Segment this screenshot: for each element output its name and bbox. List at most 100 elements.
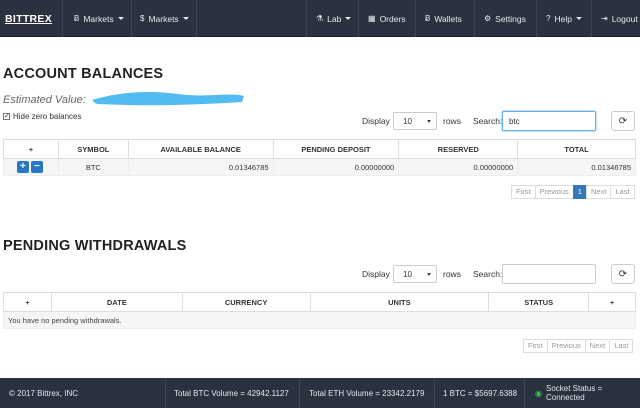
table-row: You have no pending withdrawals. <box>3 311 636 329</box>
nav-lab[interactable]: ⚗ Lab <box>316 0 352 37</box>
col-date[interactable]: DATE <box>50 292 183 312</box>
col-reserved[interactable]: RESERVED <box>398 139 519 159</box>
footer-divider <box>165 378 166 408</box>
nav-divider <box>131 0 132 37</box>
brand-logo[interactable]: BITTREX <box>5 13 52 25</box>
col-expand[interactable]: + <box>3 139 59 159</box>
footer-btc-volume: Total BTC Volume = 42942.1127 <box>174 388 289 398</box>
withdrawals-refresh-button[interactable]: ⟳ <box>611 264 635 284</box>
pager-first[interactable]: First <box>523 339 548 353</box>
nav-markets-btc[interactable]: Ƀ Markets <box>74 0 124 37</box>
col-pending-deposit[interactable]: PENDING DEPOSIT <box>272 139 400 159</box>
footer-eth-volume: Total ETH Volume = 23342.2179 <box>309 388 425 398</box>
cell-total: 0.01346785 <box>517 158 636 176</box>
rows-per-page-value: 10 <box>403 270 412 279</box>
nav-lab-label: Lab <box>327 13 342 24</box>
caret-down-icon <box>427 120 431 123</box>
balances-header-row: + SYMBOL AVAILABLE BALANCE PENDING DEPOS… <box>3 139 636 159</box>
display-label: Display <box>362 116 390 126</box>
caret-down-icon <box>182 17 189 20</box>
cell-pending: 0.00000000 <box>272 158 400 176</box>
pager-first[interactable]: First <box>511 185 536 199</box>
withdrawals-table: + DATE CURRENCY UNITS STATUS + You have … <box>3 292 636 329</box>
nav-divider <box>536 0 537 37</box>
search-label: Search: <box>473 116 503 126</box>
cell-reserved: 0.00000000 <box>398 158 519 176</box>
nav-logout[interactable]: ⇥ Logout <box>601 0 638 37</box>
wifi-icon: ◉ <box>535 388 542 398</box>
flask-icon: ⚗ <box>316 14 324 23</box>
cell-symbol: BTC <box>57 158 129 176</box>
estimated-value-label: Estimated Value: <box>3 94 86 106</box>
cell-available: 0.01346785 <box>127 158 274 176</box>
nav-orders[interactable]: ▦ Orders <box>368 0 406 37</box>
socket-status-text: Socket Status = Connected <box>545 384 603 402</box>
col-available-balance[interactable]: AVAILABLE BALANCE <box>127 139 274 159</box>
nav-divider <box>196 0 197 37</box>
hide-zero-checkbox[interactable]: ✓ <box>3 113 10 120</box>
footer-divider <box>434 378 435 408</box>
nav-markets-usd-label: Markets <box>148 13 179 24</box>
withdraw-minus-button[interactable]: − <box>30 161 43 173</box>
pager-last[interactable]: Last <box>609 339 634 353</box>
col-expand[interactable]: + <box>3 292 52 312</box>
nav-wallets[interactable]: Ƀ Wallets <box>425 0 462 37</box>
deposit-plus-button[interactable]: + <box>16 161 29 173</box>
nav-orders-label: Orders <box>379 13 406 24</box>
nav-help[interactable]: ? Help <box>546 0 582 37</box>
bitcoin-icon: Ƀ <box>74 14 80 23</box>
rows-label: rows <box>443 269 461 279</box>
rows-per-page-select[interactable]: 10 <box>393 265 437 283</box>
hide-zero-label: Hide zero balances <box>13 112 82 121</box>
pager-next[interactable]: Next <box>585 185 612 199</box>
row-actions: + − <box>3 158 59 176</box>
footer-btc-price: 1 BTC = $5697.6388 <box>443 388 518 398</box>
nav-divider <box>358 0 359 37</box>
pending-withdrawals-title: PENDING WITHDRAWALS <box>3 238 187 254</box>
withdrawals-search-input[interactable] <box>502 264 596 284</box>
caret-down-icon <box>117 17 124 20</box>
rows-per-page-select[interactable]: 10 <box>393 112 437 130</box>
pager-previous[interactable]: Previous <box>534 185 574 199</box>
display-label: Display <box>362 269 390 279</box>
gear-icon: ⚙ <box>484 14 492 23</box>
nav-markets-usd[interactable]: $ Markets <box>140 0 189 37</box>
nav-divider <box>591 0 592 37</box>
footer-divider <box>299 378 300 408</box>
refresh-icon: ⟳ <box>618 115 628 127</box>
question-circle-icon: ? <box>546 14 551 23</box>
nav-settings[interactable]: ⚙ Settings <box>484 0 526 37</box>
pager-previous[interactable]: Previous <box>546 339 586 353</box>
withdrawals-pagination: First Previous Next Last <box>523 339 634 353</box>
col-currency[interactable]: CURRENCY <box>181 292 311 312</box>
balances-refresh-button[interactable]: ⟳ <box>611 111 635 131</box>
redaction-scribble <box>92 92 244 106</box>
col-status[interactable]: STATUS <box>488 292 590 312</box>
nav-wallets-label: Wallets <box>434 13 462 24</box>
col-actions[interactable]: + <box>588 292 636 312</box>
balances-search-input[interactable]: btc <box>502 111 596 131</box>
empty-message: You have no pending withdrawals. <box>3 311 636 329</box>
refresh-icon: ⟳ <box>618 268 628 280</box>
nav-logout-label: Logout <box>611 13 638 24</box>
table-row: + − BTC 0.01346785 0.00000000 0.00000000 … <box>3 158 636 176</box>
pager-last[interactable]: Last <box>610 185 635 199</box>
pager-page-1[interactable]: 1 <box>572 185 587 199</box>
account-balances-title: ACCOUNT BALANCES <box>3 66 164 82</box>
rows-per-page-value: 10 <box>403 117 412 126</box>
nav-help-label: Help <box>554 13 572 24</box>
logout-icon: ⇥ <box>601 14 608 23</box>
pager-next[interactable]: Next <box>584 339 611 353</box>
footer-socket-status: ◉ Socket Status = Connected <box>535 378 640 408</box>
hide-zero-balances[interactable]: ✓ Hide zero balances <box>3 112 81 121</box>
col-units[interactable]: UNITS <box>309 292 490 312</box>
col-symbol[interactable]: SYMBOL <box>57 139 129 159</box>
col-total[interactable]: TOTAL <box>517 139 636 159</box>
withdrawals-header-row: + DATE CURRENCY UNITS STATUS + <box>3 292 636 312</box>
nav-settings-label: Settings <box>495 13 526 24</box>
calendar-icon: ▦ <box>368 14 376 23</box>
footer-bar: © 2017 Bittrex, INC Total BTC Volume = 4… <box>0 378 640 408</box>
nav-divider <box>415 0 416 37</box>
nav-markets-btc-label: Markets <box>83 13 114 24</box>
balances-pagination: First Previous 1 Next Last <box>511 185 635 199</box>
